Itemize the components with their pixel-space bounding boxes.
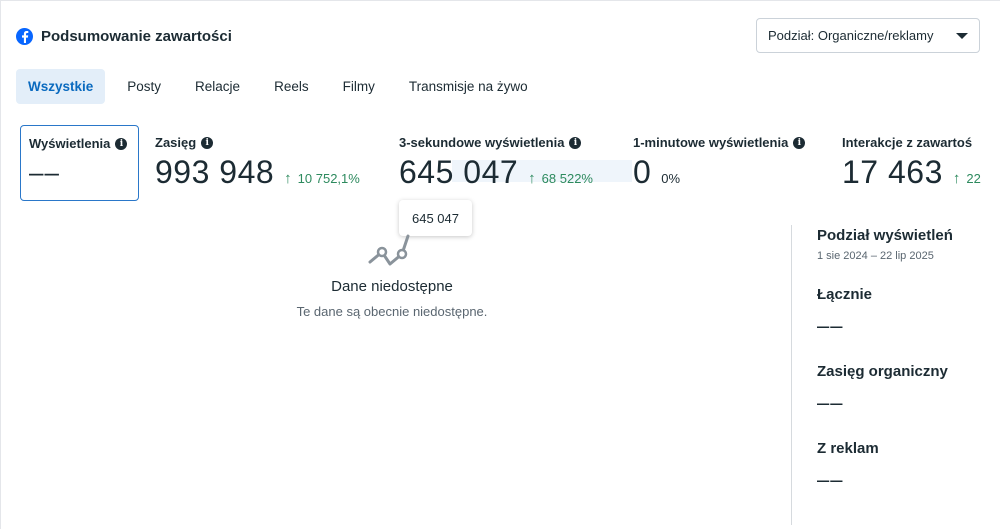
- metric-value: 0: [633, 154, 652, 190]
- empty-state-subtitle: Te dane są obecnie niedostępne.: [296, 304, 488, 319]
- content-type-tabs: Wszystkie Posty Relacje Reels Filmy Tran…: [16, 69, 550, 104]
- metric-value: 17 463: [842, 154, 943, 190]
- tab-posty[interactable]: Posty: [115, 69, 173, 104]
- metric-cards: Wyświetlenia i –– Zasięg i 993 948 ↑ 10 752…: [20, 125, 1000, 201]
- header: Podsumowanie zawartości Podział: Organic…: [16, 18, 980, 54]
- breakdown-value: ––: [817, 467, 844, 492]
- value-tooltip: 645 047: [399, 200, 472, 236]
- metric-label: Wyświetlenia: [29, 136, 111, 151]
- metric-value: 645 047: [399, 154, 519, 190]
- date-range: 1 sie 2024 – 22 lip 2025: [817, 250, 934, 262]
- arrow-up-icon: ↑: [284, 170, 292, 187]
- info-icon[interactable]: i: [569, 136, 582, 149]
- tab-filmy[interactable]: Filmy: [331, 69, 387, 104]
- breakdown-value: ––: [817, 390, 844, 415]
- metric-label: Interakcje z zawartoś: [842, 135, 973, 150]
- breakdown-label: Z reklam: [817, 440, 879, 457]
- breakdown-total: Łącznie ––: [817, 286, 1000, 339]
- metric-card-1min-views[interactable]: 1-minutowe wyświetlenia i 0 0%: [625, 125, 825, 201]
- metric-value: 993 948: [155, 154, 275, 190]
- breakdown-dropdown[interactable]: Podział: Organiczne/reklamy: [756, 18, 980, 53]
- metric-label: 3-sekundowe wyświetlenia: [399, 135, 565, 150]
- metric-label: 1-minutowe wyświetlenia: [633, 135, 789, 150]
- breakdown-label: Łącznie: [817, 286, 873, 303]
- metric-card-interactions[interactable]: Interakcje z zawartoś 17 463 ↑ 22: [834, 125, 1000, 201]
- empty-state-title: Dane niedostępne: [331, 278, 453, 295]
- tab-wszystkie[interactable]: Wszystkie: [16, 69, 106, 104]
- breakdown-label: Zasięg organiczny: [817, 363, 948, 380]
- metric-change: 22: [966, 171, 981, 186]
- info-icon[interactable]: i: [793, 136, 806, 149]
- arrow-up-icon: ↑: [528, 170, 536, 187]
- info-icon[interactable]: i: [115, 137, 128, 150]
- arrow-up-icon: ↑: [952, 170, 961, 187]
- tab-reels[interactable]: Reels: [262, 69, 321, 104]
- metric-change: 10 752,1%: [297, 171, 360, 186]
- metric-card-reach[interactable]: Zasięg i 993 948 ↑ 10 752,1%: [147, 125, 392, 201]
- tab-relacje[interactable]: Relacje: [183, 69, 252, 104]
- divider: [791, 225, 792, 525]
- line-chart-icon: [368, 234, 410, 266]
- breakdown-dropdown-label: Podział: Organiczne/reklamy: [768, 28, 934, 43]
- views-breakdown-panel: Podział wyświetleń 1 sie 2024 – 22 lip 2…: [817, 227, 1000, 493]
- facebook-icon: [16, 27, 33, 45]
- breakdown-ads: Z reklam ––: [817, 440, 1000, 493]
- metric-change: 0%: [661, 171, 681, 186]
- breakdown-value: ––: [817, 313, 844, 338]
- tab-transmisje[interactable]: Transmisje na żywo: [397, 69, 540, 104]
- page-title: Podsumowanie zawartości: [41, 27, 232, 45]
- metric-value: ––: [29, 157, 60, 187]
- caret-down-icon: [956, 32, 968, 39]
- info-icon[interactable]: i: [201, 136, 214, 149]
- breakdown-title: Podział wyświetleń: [817, 227, 953, 244]
- metric-change: 68 522%: [541, 171, 593, 186]
- breakdown-organic: Zasięg organiczny ––: [817, 363, 1000, 416]
- metric-label: Zasięg: [155, 135, 197, 150]
- metric-card-3s-views[interactable]: 3-sekundowe wyświetlenia i 645 047 ↑ 68 52…: [391, 125, 617, 201]
- metric-card-views[interactable]: Wyświetlenia i ––: [20, 125, 139, 201]
